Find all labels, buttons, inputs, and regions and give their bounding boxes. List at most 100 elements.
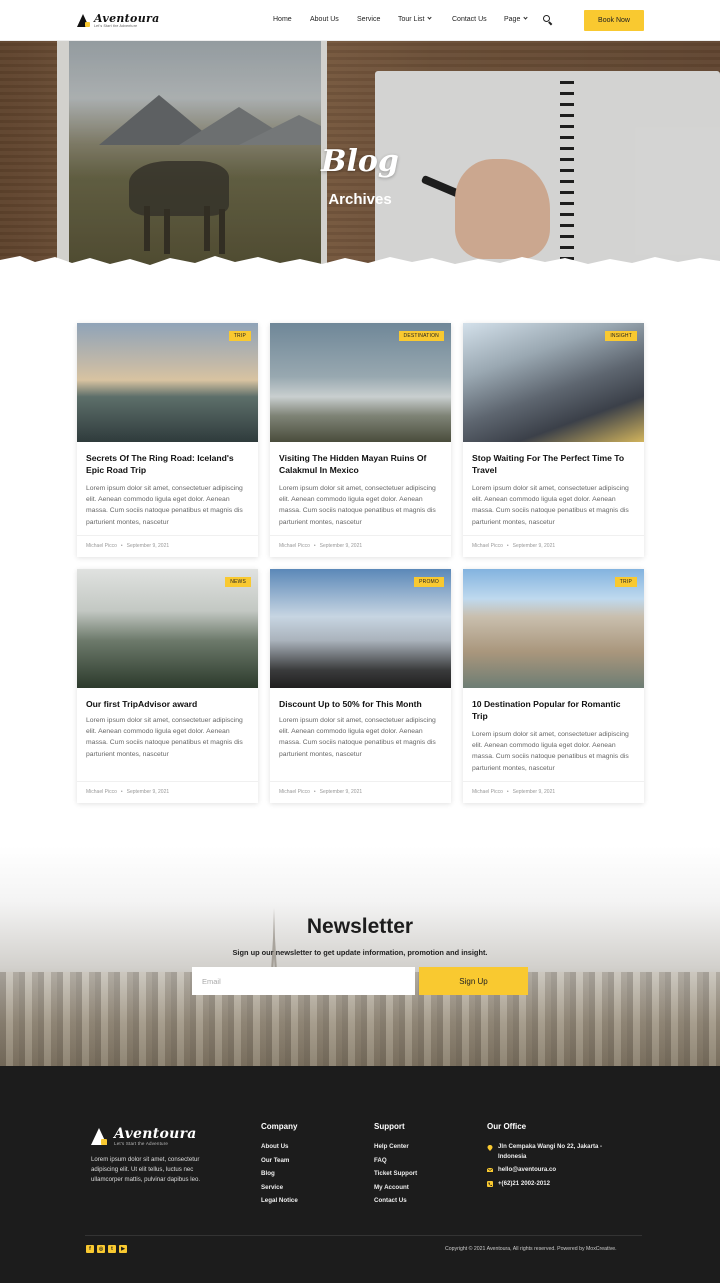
newsletter-signup-button[interactable]: Sign Up [419, 967, 528, 995]
footer-office-title: Our Office [487, 1122, 527, 1131]
author-name[interactable]: Michael Picco [472, 543, 503, 549]
footer-link-blog[interactable]: Blog [261, 1170, 275, 1177]
blog-card-title[interactable]: Our first TripAdvisor award [86, 698, 251, 710]
footer-link-service[interactable]: Service [261, 1184, 283, 1191]
nav-contact-us[interactable]: Contact Us [452, 16, 487, 23]
footer-link-contact-us[interactable]: Contact Us [374, 1197, 407, 1204]
footer-address: Jln Cempaka Wangi No 22, Jakarta - Indon… [498, 1143, 603, 1160]
author-name[interactable]: Michael Picco [472, 789, 503, 795]
search-icon[interactable] [543, 15, 553, 26]
hero-title: Blog [321, 144, 399, 179]
newsletter-title: Newsletter [306, 915, 414, 938]
blog-card-title[interactable]: Discount Up to 50% for This Month [279, 698, 444, 710]
footer-logo[interactable]: Aventoura Let's Start the Adventure [91, 1127, 197, 1147]
footer-email[interactable]: hello@aventoura.co [498, 1165, 633, 1175]
footer-link-faq[interactable]: FAQ [374, 1157, 387, 1164]
blog-card-excerpt: Lorem ipsum dolor sit amet, consectetuer… [86, 485, 243, 526]
category-badge[interactable]: PROMO [414, 577, 444, 587]
blog-card[interactable]: NEWS Our first TripAdvisor award Lorem i… [77, 569, 258, 803]
blog-card-image[interactable]: NEWS [77, 569, 258, 688]
copyright-text: Copyright © 2021 Aventoura, All rights r… [445, 1246, 617, 1252]
nav-page[interactable]: Page [504, 15, 528, 23]
logo-mark-icon [77, 13, 91, 28]
post-date: September 9, 2021 [319, 789, 363, 795]
blog-card[interactable]: INSIGHT Stop Waiting For The Perfect Tim… [463, 323, 644, 557]
footer-logo-tagline: Let's Start the Adventure [114, 1141, 169, 1146]
location-pin-icon [487, 1145, 493, 1151]
nav-service[interactable]: Service [357, 16, 380, 23]
chevron-down-icon [523, 15, 528, 20]
blog-card-meta: Michael Picco • September 9, 2021 [86, 789, 170, 795]
blog-card-title[interactable]: Stop Waiting For The Perfect Time To Tra… [472, 452, 637, 476]
footer-link-my-account[interactable]: My Account [374, 1184, 409, 1191]
author-name[interactable]: Michael Picco [279, 789, 310, 795]
blog-card[interactable]: TRIP 10 Destination Popular for Romantic… [463, 569, 644, 803]
instagram-icon[interactable]: ◎ [97, 1245, 105, 1253]
blog-card-title[interactable]: Visiting The Hidden Mayan Ruins Of Calak… [279, 452, 444, 476]
category-badge[interactable]: INSIGHT [605, 331, 637, 341]
site-header: Aventoura Let's Start the Adventure Home… [0, 0, 720, 41]
chevron-down-icon [427, 15, 433, 20]
site-logo[interactable]: Aventoura Let's Start the Adventure [77, 13, 160, 29]
footer-link-legal-notice[interactable]: Legal Notice [261, 1197, 298, 1204]
footer-company-title: Company [261, 1122, 298, 1131]
book-now-button[interactable]: Book Now [584, 10, 644, 31]
nav-page-label: Page [504, 16, 521, 23]
facebook-icon[interactable]: f [86, 1245, 94, 1253]
author-name[interactable]: Michael Picco [86, 543, 117, 549]
blog-card[interactable]: PROMO Discount Up to 50% for This Month … [270, 569, 451, 803]
blog-card-image[interactable]: INSIGHT [463, 323, 644, 442]
post-date: September 9, 2021 [512, 543, 556, 549]
torn-paper-edge [0, 256, 720, 274]
blog-card-excerpt: Lorem ipsum dolor sit amet, consectetuer… [279, 717, 436, 758]
nav-about-us[interactable]: About Us [310, 16, 339, 23]
category-badge[interactable]: TRIP [228, 331, 251, 341]
youtube-icon[interactable]: ▶ [119, 1245, 127, 1253]
nav-home[interactable]: Home [273, 16, 292, 23]
footer-link-help-center[interactable]: Help Center [374, 1143, 409, 1150]
blog-card[interactable]: DESTINATION Visiting The Hidden Mayan Ru… [270, 323, 451, 557]
footer-description: Lorem ipsum dolor sit amet, consectetur … [91, 1156, 201, 1184]
category-badge[interactable]: NEWS [225, 577, 251, 587]
blog-card-meta: Michael Picco • September 9, 2021 [472, 543, 556, 549]
blog-card-title[interactable]: Secrets Of The Ring Road: Iceland's Epic… [86, 452, 251, 476]
blog-card-image[interactable]: TRIP [77, 323, 258, 442]
footer-link-our-team[interactable]: Our Team [261, 1157, 289, 1164]
blog-card-excerpt: Lorem ipsum dolor sit amet, consectetuer… [472, 731, 629, 772]
author-name[interactable]: Michael Picco [86, 789, 117, 795]
blog-card-excerpt: Lorem ipsum dolor sit amet, consectetuer… [279, 485, 436, 526]
blog-card-title[interactable]: 10 Destination Popular for Romantic Trip [472, 698, 637, 722]
post-date: September 9, 2021 [126, 789, 170, 795]
newsletter-subtitle: Sign up our newsletter to get update inf… [232, 948, 488, 957]
blog-card-image[interactable]: DESTINATION [270, 323, 451, 442]
blog-card-meta: Michael Picco • September 9, 2021 [279, 789, 363, 795]
footer-phone[interactable]: +(62)21 2002-2012 [498, 1179, 633, 1189]
blog-card-meta: Michael Picco • September 9, 2021 [279, 543, 363, 549]
blog-card-meta: Michael Picco • September 9, 2021 [86, 543, 170, 549]
footer-link-about-us[interactable]: About Us [261, 1143, 289, 1150]
mail-icon [487, 1167, 493, 1172]
nav-tour-list[interactable]: Tour List [398, 15, 433, 23]
blog-card-excerpt: Lorem ipsum dolor sit amet, consectetuer… [472, 485, 629, 526]
blog-card-image[interactable]: PROMO [270, 569, 451, 688]
nav-tour-list-label: Tour List [398, 16, 425, 23]
footer-link-ticket-support[interactable]: Ticket Support [374, 1170, 417, 1177]
logo-tagline: Let's Start the Adventure [94, 24, 138, 28]
footer-divider [85, 1235, 642, 1236]
blog-card-meta: Michael Picco • September 9, 2021 [472, 789, 556, 795]
footer-support-title: Support [374, 1122, 405, 1131]
logo-name: Aventoura [94, 12, 160, 25]
footer-logo-name: Aventoura [114, 1126, 197, 1142]
post-date: September 9, 2021 [126, 543, 170, 549]
blog-card-image[interactable]: TRIP [463, 569, 644, 688]
category-badge[interactable]: TRIP [614, 577, 637, 587]
newsletter-email-input[interactable] [192, 967, 415, 995]
post-date: September 9, 2021 [512, 789, 556, 795]
logo-mark-icon [91, 1127, 111, 1146]
post-date: September 9, 2021 [319, 543, 363, 549]
author-name[interactable]: Michael Picco [279, 543, 310, 549]
category-badge[interactable]: DESTINATION [398, 331, 444, 341]
hero-subtitle: Archives [328, 191, 392, 208]
blog-card[interactable]: TRIP Secrets Of The Ring Road: Iceland's… [77, 323, 258, 557]
twitter-icon[interactable]: t [108, 1245, 116, 1253]
